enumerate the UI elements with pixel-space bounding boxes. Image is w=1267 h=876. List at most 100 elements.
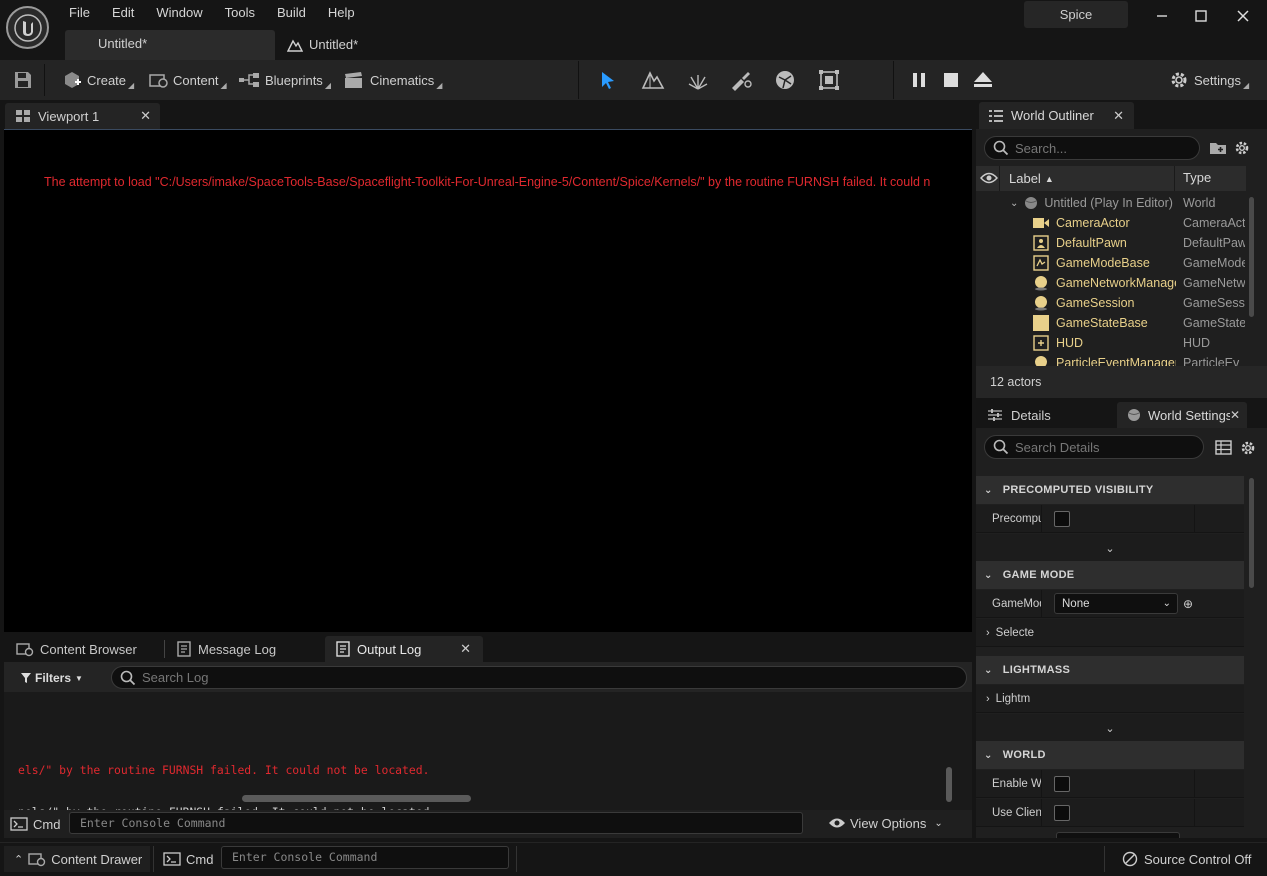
tab-output-log[interactable]: Output Log ✕ [325, 636, 483, 662]
eye-icon[interactable] [980, 171, 998, 185]
enable-world-checkbox[interactable] [1054, 775, 1070, 792]
close-icon[interactable]: ✕ [1113, 108, 1124, 124]
category-label: WORLD [1002, 749, 1046, 761]
menu-edit[interactable]: Edit [101, 0, 145, 26]
close-window-button[interactable] [1233, 6, 1253, 26]
menu-window[interactable]: Window [145, 0, 213, 26]
menu-tools[interactable]: Tools [214, 0, 266, 26]
document-tab-level[interactable]: Untitled* [65, 30, 275, 60]
category-precomputed-visibility[interactable]: ⌄ PRECOMPUTED VISIBILITY [976, 476, 1244, 504]
menu-build[interactable]: Build [266, 0, 317, 26]
outliner-item-row[interactable]: GameNetworkManager [1033, 273, 1176, 293]
select-mode-icon[interactable] [597, 69, 619, 91]
reset-arrow-icon[interactable]: ⊕ [1183, 597, 1193, 611]
outliner-item-row[interactable]: DefaultPawn [1033, 233, 1176, 253]
actor-count-label: 12 actors [990, 375, 1042, 389]
menu-file[interactable]: File [58, 0, 101, 26]
outliner-root-row[interactable]: ⌄ Untitled (Play In Editor) [1010, 193, 1173, 213]
outliner-search-input[interactable]: Search... [984, 136, 1200, 160]
view-options-button[interactable]: View Options ⌄ [828, 814, 943, 832]
outliner-item-row[interactable]: GameSession [1033, 293, 1176, 313]
partial-dropdown[interactable] [1056, 832, 1180, 838]
category-lightmass[interactable]: ⌄ LIGHTMASS [976, 656, 1244, 684]
close-icon[interactable]: ✕ [140, 108, 151, 124]
fracture-mode-icon[interactable] [773, 69, 797, 91]
minimize-button[interactable] [1152, 6, 1172, 26]
status-cmd-selector[interactable]: Cmd [163, 850, 213, 868]
column-divider [999, 166, 1000, 191]
cinematics-button[interactable]: Cinematics ◢ [343, 67, 442, 93]
details-scrollbar[interactable] [1249, 478, 1254, 588]
use-client-checkbox[interactable] [1054, 804, 1070, 821]
column-header-type[interactable]: Type [1183, 170, 1211, 185]
chevron-right-icon: › [986, 692, 990, 705]
content-button[interactable]: Content ◢ [148, 67, 227, 93]
property-lightmass-settings[interactable]: › Lightm [976, 685, 1244, 713]
pause-icon[interactable] [909, 70, 929, 90]
advanced-expander[interactable]: ⌄ [976, 714, 1244, 742]
source-control-button[interactable]: Source Control Off [1122, 850, 1251, 868]
tab-message-log[interactable]: Message Log [166, 636, 322, 662]
cmd-selector[interactable]: Cmd [10, 815, 60, 833]
document-tab-blueprint[interactable]: Untitled* [283, 30, 358, 60]
outliner-root-label: Untitled (Play In Editor) [1044, 196, 1173, 210]
search-icon [120, 670, 136, 685]
precompute-visibility-checkbox[interactable] [1054, 510, 1070, 527]
landscape-mode-icon[interactable] [641, 69, 665, 91]
gear-icon[interactable] [1240, 440, 1256, 456]
close-icon[interactable]: ✕ [1230, 408, 1240, 422]
console-command-input[interactable]: Enter Console Command [69, 812, 803, 834]
unreal-logo-icon[interactable] [6, 6, 49, 49]
foliage-mode-icon[interactable] [686, 69, 710, 91]
content-drawer-icon [28, 853, 46, 867]
maximize-button[interactable] [1191, 6, 1211, 26]
menu-help[interactable]: Help [317, 0, 366, 26]
world-outliner-tab[interactable]: World Outliner ✕ [979, 102, 1134, 129]
property-selected-game-mode[interactable]: › Selecte [976, 619, 1244, 647]
status-divider [153, 846, 154, 872]
outliner-item-row[interactable]: CameraActor [1033, 213, 1176, 233]
world-outliner-tab-label: World Outliner [1011, 108, 1094, 123]
outliner-item-row[interactable]: GameModeBase [1033, 253, 1176, 273]
column-header-label-text: Label [1009, 171, 1041, 186]
search-details-input[interactable]: Search Details [984, 435, 1204, 459]
tab-content-browser[interactable]: Content Browser [4, 636, 164, 662]
chevron-down-icon: ⌄ [984, 484, 993, 496]
outliner-item-row[interactable]: ParticleEventManager [1033, 353, 1176, 366]
column-header-label[interactable]: Label ▲ [1009, 170, 1054, 187]
outliner-item-row[interactable]: HUD [1033, 333, 1176, 353]
blueprints-button[interactable]: Blueprints ◢ [238, 67, 331, 93]
settings-button[interactable]: Settings ◢ [1169, 67, 1249, 93]
outliner-item-row[interactable]: GameStateBase [1033, 313, 1176, 333]
category-world[interactable]: ⌄ WORLD [976, 741, 1244, 769]
outliner-scrollbar[interactable] [1249, 197, 1254, 317]
eject-icon[interactable] [972, 70, 994, 90]
gear-icon[interactable] [1234, 140, 1250, 156]
tab-world-settings[interactable]: World Settings ✕ [1117, 402, 1247, 428]
advanced-expander[interactable]: ⌄ [976, 534, 1244, 562]
filters-dropdown[interactable]: Filters ▼ [20, 668, 83, 688]
modeling-mode-icon[interactable] [817, 69, 841, 91]
category-game-mode[interactable]: ⌄ GAME MODE [976, 561, 1244, 589]
create-button[interactable]: Create ◢ [62, 67, 134, 93]
category-label: GAME MODE [1002, 569, 1075, 581]
content-drawer-button[interactable]: ⌃ Content Drawer [4, 846, 150, 872]
property-name: Selecte [995, 626, 1035, 639]
game-mode-dropdown[interactable]: None ⌄ [1054, 593, 1178, 614]
mesh-paint-mode-icon[interactable] [729, 69, 753, 91]
table-view-icon[interactable] [1215, 440, 1232, 455]
tab-details[interactable]: Details [979, 402, 1113, 428]
viewport-tab[interactable]: Viewport 1 ✕ [5, 103, 160, 129]
stop-icon[interactable] [941, 70, 961, 90]
save-icon[interactable] [12, 69, 34, 91]
outliner-item-label: ParticleEventManager [1056, 356, 1176, 366]
level-viewport[interactable]: The attempt to load "C:/Users/imake/Spac… [4, 129, 972, 632]
main-menu: File Edit Window Tools Build Help [58, 0, 366, 26]
close-icon[interactable]: ✕ [460, 641, 471, 657]
add-folder-icon[interactable] [1209, 140, 1227, 156]
horizontal-scrollbar[interactable] [242, 795, 471, 802]
search-log-input[interactable]: Search Log [111, 666, 967, 689]
vertical-scrollbar[interactable] [946, 767, 952, 802]
chevron-down-icon: ▼ [75, 673, 83, 683]
status-console-command-input[interactable]: Enter Console Command [221, 846, 509, 869]
